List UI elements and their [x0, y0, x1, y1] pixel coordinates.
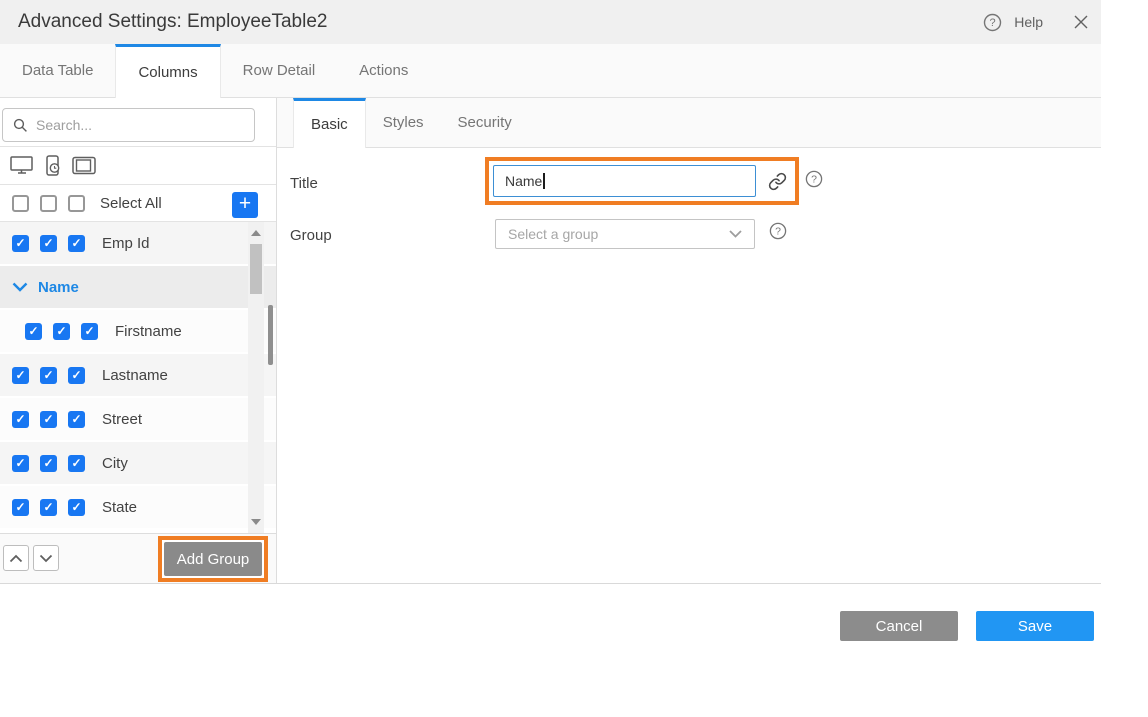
tab-columns[interactable]: Columns: [115, 44, 220, 98]
search-row: Search...: [0, 98, 276, 147]
column-checkbox[interactable]: ✓: [12, 455, 29, 472]
device-toggle-row: [0, 147, 276, 185]
column-list-scrollbar[interactable]: [248, 222, 264, 533]
tab-security[interactable]: Security: [441, 98, 529, 147]
column-checkbox[interactable]: ✓: [12, 499, 29, 516]
select-all-label: Select All: [100, 195, 162, 212]
group-chevron-down-icon[interactable]: [12, 282, 28, 292]
tab-actions[interactable]: Actions: [337, 44, 430, 97]
group-select-placeholder: Select a group: [508, 226, 598, 242]
column-checkbox[interactable]: ✓: [68, 455, 85, 472]
column-group-label: Name: [38, 279, 79, 296]
dialog-title: Advanced Settings: EmployeeTable2: [18, 0, 327, 44]
help-label[interactable]: Help: [1014, 14, 1043, 30]
tab-styles[interactable]: Styles: [366, 98, 441, 147]
column-checkbox[interactable]: ✓: [68, 411, 85, 428]
select-all-checkbox-1[interactable]: [12, 195, 29, 212]
column-checkbox[interactable]: ✓: [12, 367, 29, 384]
link-icon[interactable]: [768, 172, 787, 191]
chevron-down-icon: [39, 554, 53, 563]
column-label: City: [102, 455, 128, 472]
column-group-row[interactable]: Name: [0, 266, 276, 310]
save-button[interactable]: Save: [976, 611, 1094, 641]
column-row[interactable]: ✓ ✓ ✓ Lastname: [0, 354, 276, 398]
select-all-checkbox-3[interactable]: [68, 195, 85, 212]
phone-icon[interactable]: [44, 155, 62, 177]
title-input-value: Name: [505, 173, 542, 189]
title-field-label: Title: [290, 175, 318, 192]
dialog-header: Advanced Settings: EmployeeTable2 ? Help: [0, 0, 1101, 44]
columns-sidebar: Search... Select All + ✓ ✓ ✓ Emp Id Name ✓ ✓ ✓ F…: [0, 98, 277, 583]
column-checkbox[interactable]: ✓: [25, 323, 42, 340]
column-checkbox[interactable]: ✓: [68, 235, 85, 252]
title-field-highlight: Name: [485, 157, 799, 205]
column-checkbox[interactable]: ✓: [68, 499, 85, 516]
move-down-button[interactable]: [33, 545, 59, 571]
detail-tab-bar: Basic Styles Security: [277, 98, 1101, 148]
move-up-button[interactable]: [3, 545, 29, 571]
main-tab-bar: Data Table Columns Row Detail Actions: [0, 44, 1101, 98]
search-placeholder: Search...: [36, 117, 92, 133]
column-label: State: [102, 499, 137, 516]
title-help-icon[interactable]: ?: [805, 170, 823, 193]
column-row[interactable]: ✓ ✓ ✓ Emp Id: [0, 222, 276, 266]
desktop-icon[interactable]: [10, 156, 34, 175]
chevron-up-icon: [9, 554, 23, 563]
close-icon[interactable]: [1073, 14, 1089, 30]
scroll-up-icon[interactable]: [251, 230, 261, 236]
tab-basic[interactable]: Basic: [293, 98, 366, 148]
column-checkbox[interactable]: ✓: [40, 411, 57, 428]
chevron-down-icon: [729, 230, 742, 238]
column-label: Street: [102, 411, 142, 428]
text-cursor: [543, 173, 545, 189]
column-list: ✓ ✓ ✓ Emp Id Name ✓ ✓ ✓ Firstname ✓ ✓ ✓ Lastname ✓ ✓ ✓ S…: [0, 222, 276, 533]
tab-row-detail[interactable]: Row Detail: [221, 44, 338, 97]
scrollbar-thumb[interactable]: [250, 244, 262, 294]
search-icon: [13, 118, 28, 133]
column-label: Lastname: [102, 367, 168, 384]
dialog-footer: Cancel Save: [0, 583, 1101, 717]
column-row[interactable]: ✓ ✓ ✓ State: [0, 486, 276, 530]
scroll-down-icon[interactable]: [251, 519, 261, 525]
tab-data-table[interactable]: Data Table: [0, 44, 115, 97]
search-input[interactable]: Search...: [2, 108, 255, 142]
sidebar-bottom-bar: Add Group: [0, 533, 276, 583]
group-help-icon[interactable]: ?: [769, 222, 787, 245]
help-icon[interactable]: ?: [983, 13, 1002, 32]
title-input[interactable]: Name: [493, 165, 756, 197]
column-row[interactable]: ✓ ✓ ✓ City: [0, 442, 276, 486]
column-row[interactable]: ✓ ✓ ✓ Firstname: [0, 310, 276, 354]
add-group-highlight: Add Group: [158, 536, 268, 582]
column-checkbox[interactable]: ✓: [40, 367, 57, 384]
column-row[interactable]: ✓ ✓ ✓ Street: [0, 398, 276, 442]
group-select[interactable]: Select a group: [495, 219, 755, 249]
select-all-checkbox-2[interactable]: [40, 195, 57, 212]
sidebar-scrollbar-thumb[interactable]: [268, 305, 273, 365]
tablet-icon[interactable]: [72, 156, 97, 175]
plus-icon: +: [239, 192, 251, 215]
column-checkbox[interactable]: ✓: [68, 367, 85, 384]
cancel-button[interactable]: Cancel: [840, 611, 958, 641]
column-checkbox[interactable]: ✓: [12, 235, 29, 252]
svg-text:?: ?: [775, 226, 781, 238]
column-checkbox[interactable]: ✓: [40, 235, 57, 252]
column-checkbox[interactable]: ✓: [12, 411, 29, 428]
column-detail-panel: Basic Styles Security Title Name ? Group…: [277, 98, 1101, 583]
column-checkbox[interactable]: ✓: [40, 499, 57, 516]
group-field-label: Group: [290, 227, 332, 244]
add-column-button[interactable]: +: [232, 192, 258, 218]
advanced-settings-dialog: Advanced Settings: EmployeeTable2 ? Help…: [0, 0, 1148, 717]
column-checkbox[interactable]: ✓: [53, 323, 70, 340]
add-group-button[interactable]: Add Group: [164, 542, 262, 576]
svg-text:?: ?: [811, 174, 817, 186]
column-label: Firstname: [115, 323, 182, 340]
column-checkbox[interactable]: ✓: [40, 455, 57, 472]
svg-text:?: ?: [990, 17, 996, 29]
column-checkbox[interactable]: ✓: [81, 323, 98, 340]
column-label: Emp Id: [102, 235, 150, 252]
